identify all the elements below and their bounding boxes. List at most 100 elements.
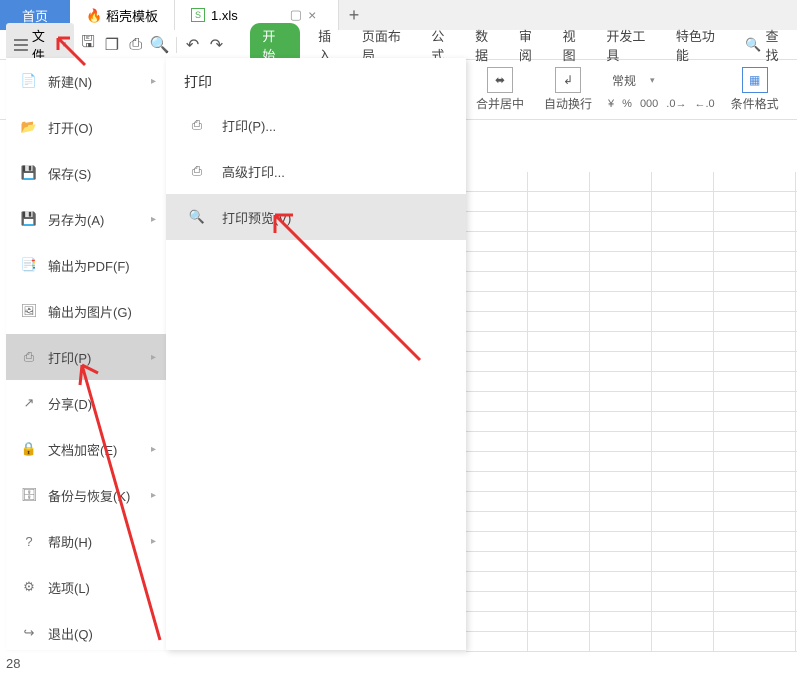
preview-icon[interactable]: 🔍 — [150, 35, 170, 55]
cell[interactable] — [714, 432, 796, 451]
file-menu-encrypt[interactable]: 🔒文档加密(E)▸ — [6, 426, 166, 472]
cell[interactable] — [714, 612, 796, 631]
submenu-print[interactable]: ⎙ 打印(P)... — [166, 102, 466, 148]
cell[interactable] — [528, 432, 590, 451]
comma-icon[interactable]: 000 — [638, 98, 660, 110]
cell[interactable] — [714, 232, 796, 251]
cell[interactable] — [466, 572, 528, 591]
cell[interactable] — [590, 412, 652, 431]
file-menu-image[interactable]: 🖼输出为图片(G) — [6, 288, 166, 334]
cell[interactable] — [466, 212, 528, 231]
cell[interactable] — [652, 352, 714, 371]
table-row[interactable] — [466, 432, 797, 452]
cell[interactable] — [590, 332, 652, 351]
cell[interactable] — [466, 452, 528, 471]
cell[interactable] — [714, 352, 796, 371]
cell[interactable] — [714, 412, 796, 431]
cell[interactable] — [652, 512, 714, 531]
cell[interactable] — [652, 392, 714, 411]
cell[interactable] — [652, 332, 714, 351]
cell[interactable] — [466, 552, 528, 571]
file-menu-help[interactable]: ?帮助(H)▸ — [6, 518, 166, 564]
cell[interactable] — [714, 312, 796, 331]
ribbon-tab-features[interactable]: 特色功能 — [676, 26, 727, 64]
table-row[interactable] — [466, 292, 797, 312]
copy-icon[interactable]: ❐ — [102, 35, 122, 55]
table-row[interactable] — [466, 352, 797, 372]
cell[interactable] — [590, 272, 652, 291]
cell[interactable] — [652, 552, 714, 571]
ribbon-tab-review[interactable]: 审阅 — [519, 26, 545, 64]
undo-icon[interactable]: ↶ — [183, 35, 203, 55]
cell[interactable] — [714, 252, 796, 271]
ribbon-tab-devtools[interactable]: 开发工具 — [606, 26, 657, 64]
increase-decimal-icon[interactable]: .0→ — [664, 98, 688, 110]
cell[interactable] — [714, 292, 796, 311]
cell[interactable] — [528, 292, 590, 311]
cell[interactable] — [652, 252, 714, 271]
merge-cells-button[interactable]: ⬌ 合并居中 — [470, 67, 530, 112]
file-menu-open[interactable]: 📂打开(O) — [6, 104, 166, 150]
cell[interactable] — [590, 552, 652, 571]
cell[interactable] — [466, 352, 528, 371]
cell[interactable] — [466, 312, 528, 331]
cell[interactable] — [590, 232, 652, 251]
percent-icon[interactable]: % — [620, 98, 634, 110]
file-menu-save[interactable]: 💾保存(S) — [6, 150, 166, 196]
cell[interactable] — [466, 272, 528, 291]
spreadsheet-grid[interactable] — [466, 172, 797, 658]
cell[interactable] — [590, 452, 652, 471]
table-row[interactable] — [466, 252, 797, 272]
cell[interactable] — [528, 192, 590, 211]
cell[interactable] — [528, 392, 590, 411]
cell[interactable] — [466, 632, 528, 651]
tab-template[interactable]: 🔥 稻壳模板 — [70, 0, 175, 30]
cell[interactable] — [590, 292, 652, 311]
table-row[interactable] — [466, 532, 797, 552]
cell[interactable] — [528, 592, 590, 611]
table-row[interactable] — [466, 312, 797, 332]
file-menu-saveas[interactable]: 💾另存为(A)▸ — [6, 196, 166, 242]
submenu-advanced-print[interactable]: ⎙ 高级打印... — [166, 148, 466, 194]
cell[interactable] — [714, 572, 796, 591]
table-row[interactable] — [466, 372, 797, 392]
cell[interactable] — [528, 172, 590, 191]
cell[interactable] — [714, 472, 796, 491]
table-row[interactable] — [466, 332, 797, 352]
cell[interactable] — [714, 172, 796, 191]
cell[interactable] — [466, 412, 528, 431]
conditional-format-button[interactable]: ▦ 条件格式 — [725, 67, 785, 112]
print-icon[interactable]: ⎙ — [126, 35, 146, 55]
cell[interactable] — [466, 592, 528, 611]
cell[interactable] — [590, 632, 652, 651]
table-row[interactable] — [466, 472, 797, 492]
table-row[interactable] — [466, 612, 797, 632]
submenu-print-preview[interactable]: 🔍 打印预览(V) — [166, 194, 466, 240]
cell[interactable] — [714, 592, 796, 611]
cell[interactable] — [714, 492, 796, 511]
cell[interactable] — [466, 332, 528, 351]
cell[interactable] — [714, 272, 796, 291]
file-menu-share[interactable]: ↗分享(D) — [6, 380, 166, 426]
cell[interactable] — [652, 472, 714, 491]
cell[interactable] — [590, 512, 652, 531]
cell[interactable] — [466, 232, 528, 251]
cell[interactable] — [590, 612, 652, 631]
cell[interactable] — [714, 192, 796, 211]
cell[interactable] — [652, 192, 714, 211]
cell[interactable] — [466, 252, 528, 271]
cell[interactable] — [528, 632, 590, 651]
table-row[interactable] — [466, 212, 797, 232]
cell[interactable] — [590, 252, 652, 271]
cell[interactable] — [528, 372, 590, 391]
cell[interactable] — [528, 452, 590, 471]
cell[interactable] — [528, 252, 590, 271]
cell[interactable] — [652, 432, 714, 451]
file-menu-exit[interactable]: ↪退出(Q) — [6, 610, 166, 656]
cell[interactable] — [528, 232, 590, 251]
cell[interactable] — [466, 472, 528, 491]
cell[interactable] — [466, 492, 528, 511]
presenter-icon[interactable]: ▢ — [290, 7, 302, 23]
cell[interactable] — [528, 572, 590, 591]
number-format-dropdown[interactable]: 常规 ▾ — [606, 69, 717, 92]
